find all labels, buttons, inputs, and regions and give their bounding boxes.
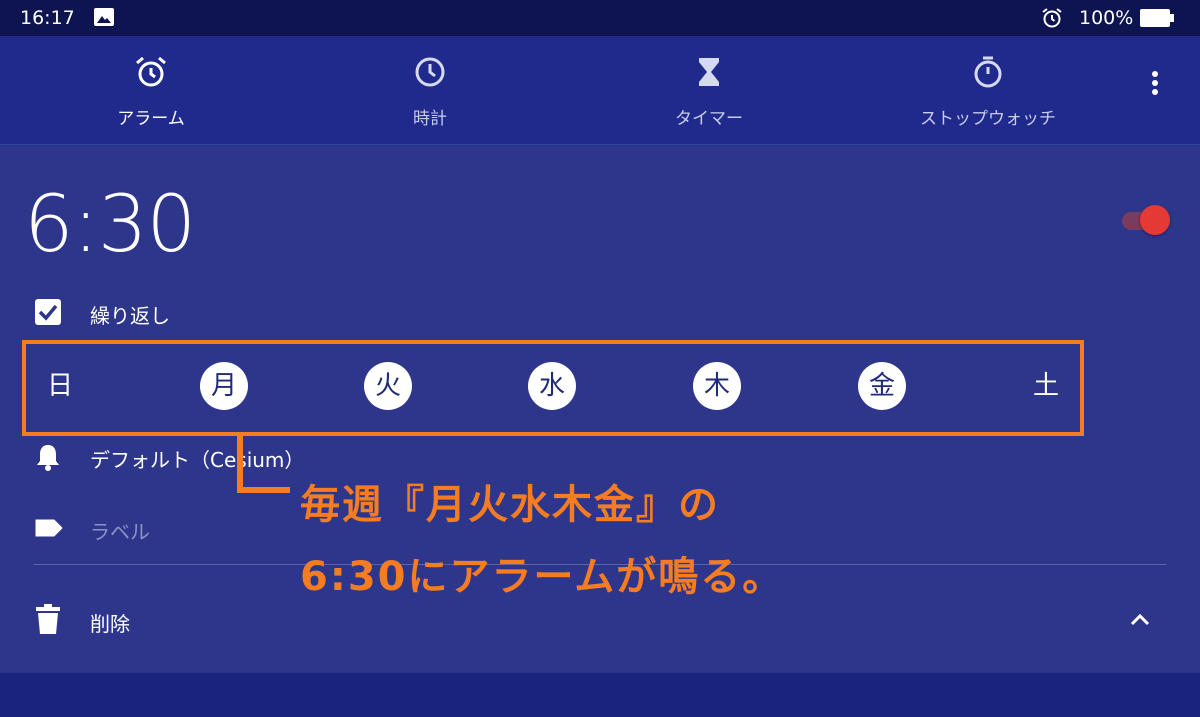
tab-bar: アラーム 時計 タイマー ストップウォッチ [0, 36, 1200, 145]
repeat-label: 繰り返し [90, 304, 170, 328]
day-friday[interactable]: 金 [858, 362, 906, 410]
clock-icon [415, 57, 445, 87]
toggle-thumb [1140, 205, 1170, 235]
label-icon [35, 519, 63, 537]
day-sunday[interactable]: 日 [36, 362, 84, 410]
chevron-up-icon[interactable] [1126, 608, 1154, 630]
alarm-toggle[interactable] [1118, 202, 1172, 238]
hourglass-icon [699, 58, 719, 86]
tab-alarm[interactable]: アラーム [31, 36, 271, 144]
alarm-icon [136, 56, 166, 87]
day-monday[interactable]: 月 [200, 362, 248, 410]
tab-stopwatch[interactable]: ストップウォッチ [868, 36, 1108, 144]
day-tuesday[interactable]: 火 [364, 362, 412, 410]
delete-button[interactable]: 削除 [90, 608, 130, 637]
alarm-time[interactable]: 6:30 [24, 180, 196, 270]
tab-clock[interactable]: 時計 [310, 36, 550, 144]
bell-icon [37, 445, 59, 471]
more-options-icon[interactable] [1140, 104, 1170, 140]
tab-label: 時計 [413, 109, 447, 129]
bottom-area [0, 673, 1200, 717]
battery-icon [1140, 9, 1174, 27]
battery-percent: 100% [1079, 7, 1134, 29]
label-input[interactable]: ラベル [90, 516, 150, 545]
more-vert-icon[interactable] [1140, 68, 1170, 104]
alarm-status-icon [1042, 8, 1062, 28]
tab-label: タイマー [675, 109, 743, 129]
repeat-checkbox[interactable] [34, 298, 62, 326]
day-wednesday[interactable]: 水 [528, 362, 576, 410]
tab-label: ストップウォッチ [920, 109, 1056, 129]
annotation-connector [237, 432, 290, 493]
status-time: 16:17 [20, 7, 75, 29]
gallery-icon [94, 8, 114, 26]
stopwatch-icon [974, 56, 1002, 88]
annotation-text-line1: 毎週『月火水木金』の [300, 482, 720, 528]
day-thursday[interactable]: 木 [693, 362, 741, 410]
tab-label: アラーム [117, 109, 185, 129]
day-saturday[interactable]: 土 [1022, 362, 1070, 410]
tab-timer[interactable]: タイマー [589, 36, 829, 144]
status-bar: 16:17 100% [0, 0, 1200, 36]
annotation-text-line2: 6:30にアラームが鳴る。 [300, 554, 785, 600]
trash-icon [36, 604, 60, 634]
